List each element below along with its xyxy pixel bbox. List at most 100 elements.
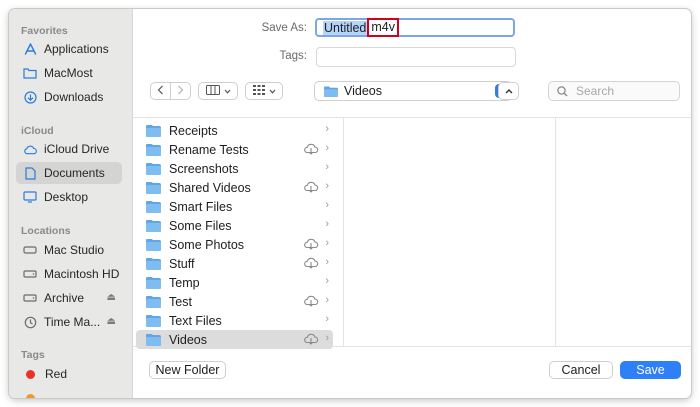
document-icon <box>23 166 37 180</box>
red-tag-dot-icon <box>26 369 35 379</box>
chevron-up-icon <box>505 85 513 97</box>
folder-icon <box>23 66 37 80</box>
folder-icon <box>324 86 338 97</box>
chevron-right-icon: › <box>325 256 329 268</box>
folder-row[interactable]: Rename Tests › <box>136 140 333 159</box>
folder-name: Text Files <box>169 313 222 328</box>
sidebar-item-label: Time Ma... <box>44 315 101 329</box>
folder-icon <box>146 143 161 156</box>
folder-row[interactable]: Stuff › <box>136 254 333 273</box>
folder-icon <box>146 181 161 194</box>
sidebar-item-tag-orange[interactable] <box>16 387 122 398</box>
back-button[interactable] <box>150 82 171 100</box>
locations-heading: Locations <box>21 225 71 237</box>
chevron-right-icon: › <box>325 237 329 249</box>
eject-icon[interactable]: ⏏ <box>107 292 116 303</box>
icloud-download-icon[interactable] <box>303 333 319 348</box>
sidebar-item-macintosh-hd[interactable]: Macintosh HD <box>16 263 122 285</box>
folder-row[interactable]: Receipts › <box>136 121 333 140</box>
sidebar-item-desktop[interactable]: Desktop <box>16 186 122 208</box>
sidebar-item-mac-studio[interactable]: Mac Studio <box>16 239 122 261</box>
sidebar-item-macmost[interactable]: MacMost <box>16 62 122 84</box>
folder-name: Temp <box>169 275 200 290</box>
file-browser: Receipts › Rename Tests › Screenshots › Shared… <box>133 117 691 349</box>
sidebar-item-label: Mac Studio <box>44 243 105 257</box>
sidebar-item-time-machine[interactable]: Time Ma... ⏏ <box>16 311 122 333</box>
browser-column-2 <box>343 118 556 346</box>
folder-icon <box>146 295 161 308</box>
folder-icon <box>146 219 161 232</box>
chevron-right-icon: › <box>325 180 329 192</box>
sidebar-item-archive[interactable]: Archive ⏏ <box>16 287 122 309</box>
folder-icon <box>146 124 161 137</box>
folder-row[interactable]: Test › <box>136 292 333 311</box>
drive-icon <box>23 267 37 281</box>
folder-row[interactable]: Shared Videos › <box>136 178 333 197</box>
view-columns-button[interactable] <box>198 82 238 100</box>
chevron-right-icon: › <box>325 218 329 230</box>
location-label: Videos <box>344 84 382 98</box>
collapse-button[interactable] <box>498 82 519 100</box>
browser-column-3 <box>555 118 691 346</box>
group-by-button[interactable] <box>245 82 283 100</box>
sidebar-item-label: Red <box>45 367 68 381</box>
folder-name: Screenshots <box>169 161 239 176</box>
location-popup[interactable]: Videos <box>314 81 512 101</box>
tags-heading: Tags <box>21 349 45 361</box>
icloud-download-icon[interactable] <box>303 238 319 253</box>
forward-button[interactable] <box>170 82 191 100</box>
folder-row[interactable]: Some Files › <box>136 216 333 235</box>
sidebar: Favorites Applications MacMost Downloads… <box>9 9 133 398</box>
eject-icon[interactable]: ⏏ <box>107 316 116 327</box>
sidebar-item-tag-red[interactable]: Red <box>16 363 122 385</box>
folder-icon <box>146 314 161 327</box>
sidebar-item-applications[interactable]: Applications <box>16 38 122 60</box>
folder-icon <box>146 238 161 251</box>
filename-selected-text: Untitled <box>323 20 368 35</box>
sidebar-item-label: Downloads <box>44 90 104 104</box>
chevron-right-icon: › <box>325 142 329 154</box>
search-input[interactable] <box>574 83 678 99</box>
sidebar-item-label: Macintosh HD <box>44 267 120 281</box>
chevron-right-icon: › <box>325 199 329 211</box>
sidebar-item-label: Archive <box>44 291 85 305</box>
chevron-right-icon: › <box>325 294 329 306</box>
icloud-download-icon[interactable] <box>303 181 319 196</box>
icloud-download-icon[interactable] <box>303 143 319 158</box>
folder-row[interactable]: Text Files › <box>136 311 333 330</box>
computer-icon <box>23 243 37 257</box>
save-as-label: Save As: <box>261 22 307 34</box>
sidebar-item-downloads[interactable]: Downloads <box>16 86 122 108</box>
new-folder-button[interactable]: New Folder <box>149 361 226 379</box>
cloud-icon <box>23 142 37 156</box>
filename-extension: m4v <box>367 18 400 37</box>
sidebar-item-icloud-drive[interactable]: iCloud Drive <box>16 138 122 160</box>
sidebar-item-label: MacMost <box>44 66 93 80</box>
tags-label: Tags: <box>279 50 308 62</box>
desktop-icon <box>23 190 37 204</box>
cancel-button[interactable]: Cancel <box>549 361 613 379</box>
folder-name: Smart Files <box>169 199 233 214</box>
chevron-right-icon: › <box>325 275 329 287</box>
search-field[interactable] <box>548 81 680 101</box>
orange-tag-dot-icon <box>26 393 35 398</box>
filename-field[interactable]: Untitled m4v <box>315 18 515 37</box>
chevron-right-icon <box>177 85 184 98</box>
folder-row[interactable]: Screenshots › <box>136 159 333 178</box>
browser-column-1: Receipts › Rename Tests › Screenshots › Shared… <box>133 118 344 349</box>
grid-view-icon <box>252 84 265 98</box>
folder-row[interactable]: Some Photos › <box>136 235 333 254</box>
applications-icon <box>23 42 37 56</box>
sidebar-item-label: Applications <box>44 42 109 56</box>
folder-row[interactable]: Videos › <box>136 330 333 349</box>
chevron-left-icon <box>157 85 164 98</box>
tags-field[interactable] <box>316 47 516 67</box>
folder-row[interactable]: Smart Files › <box>136 197 333 216</box>
chevron-down-icon <box>224 85 231 97</box>
icloud-download-icon[interactable] <box>303 257 319 272</box>
save-button[interactable]: Save <box>620 361 681 379</box>
icloud-download-icon[interactable] <box>303 295 319 310</box>
folder-row[interactable]: Temp › <box>136 273 333 292</box>
sidebar-item-documents[interactable]: Documents <box>16 162 122 184</box>
folder-icon <box>146 257 161 270</box>
